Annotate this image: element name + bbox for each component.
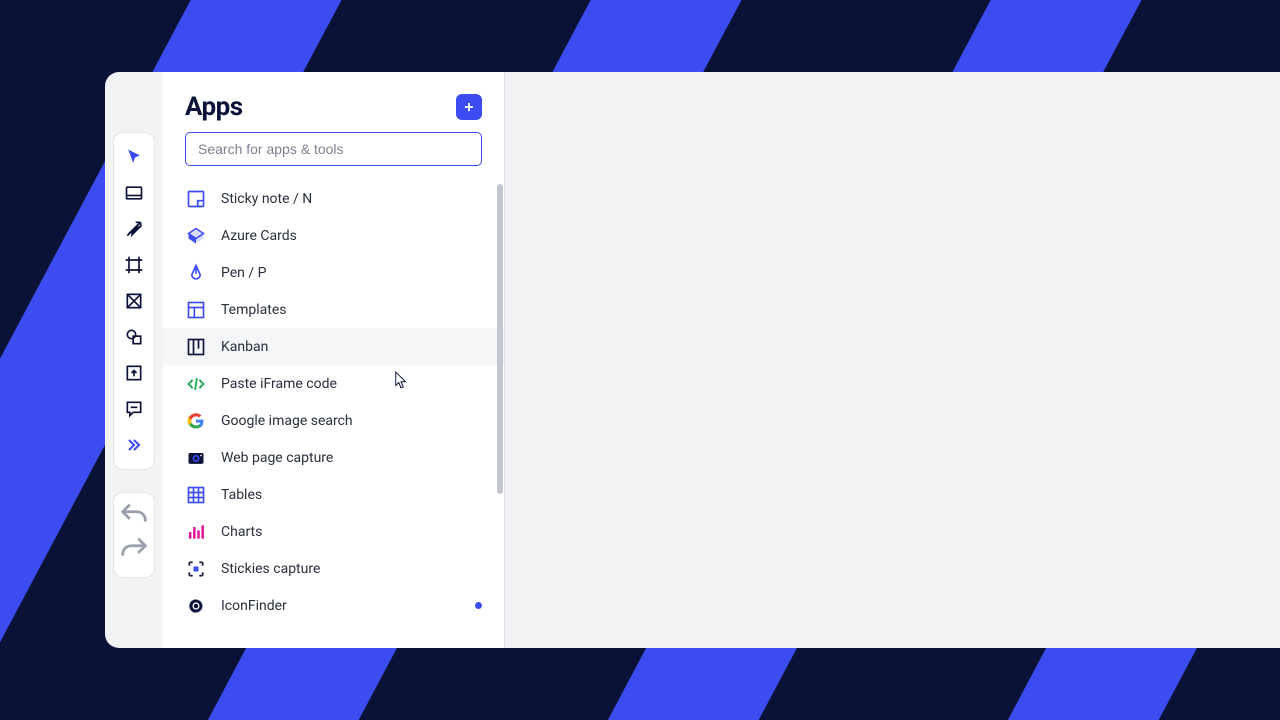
app-item-label: Templates xyxy=(221,302,482,318)
sticky-icon xyxy=(185,188,207,210)
app-item-charts[interactable]: Charts xyxy=(163,513,504,550)
app-item-label: Web page capture xyxy=(221,450,482,466)
app-item-templates[interactable]: Templates xyxy=(163,291,504,328)
app-item-label: Google image search xyxy=(221,413,482,429)
scrollbar-thumb[interactable] xyxy=(497,184,503,494)
azure-icon xyxy=(185,225,207,247)
app-window: Apps Sticky note / N Azure Cards Pen / P Te… xyxy=(105,72,1280,648)
app-item-azure[interactable]: Azure Cards xyxy=(163,217,504,254)
app-item-label: Pen / P xyxy=(221,265,482,281)
iconf-icon xyxy=(185,595,207,617)
tool-placeholder-box[interactable] xyxy=(117,284,151,318)
chart-icon xyxy=(185,521,207,543)
app-item-label: Charts xyxy=(221,524,482,540)
redo-button[interactable] xyxy=(117,533,151,567)
app-item-label: Tables xyxy=(221,487,482,503)
app-item-sticky[interactable]: Sticky note / N xyxy=(163,180,504,217)
app-item-label: Sticky note / N xyxy=(221,191,482,207)
camera-icon xyxy=(185,447,207,469)
tool-upload[interactable] xyxy=(117,356,151,390)
app-item-gimage[interactable]: Google image search xyxy=(163,402,504,439)
tool-comment[interactable] xyxy=(117,392,151,426)
undo-button[interactable] xyxy=(117,499,151,533)
kanban-icon xyxy=(185,336,207,358)
template-icon xyxy=(185,299,207,321)
tool-select[interactable] xyxy=(117,140,151,174)
tool-shape[interactable] xyxy=(117,320,151,354)
tool-arrow[interactable] xyxy=(117,212,151,246)
table-icon xyxy=(185,484,207,506)
app-item-tables[interactable]: Tables xyxy=(163,476,504,513)
google-icon xyxy=(185,410,207,432)
capture-icon xyxy=(185,558,207,580)
app-item-label: Paste iFrame code xyxy=(221,376,482,392)
app-item-kanban[interactable]: Kanban xyxy=(163,328,504,365)
history-rail xyxy=(113,492,155,578)
canvas-area[interactable] xyxy=(505,72,1280,648)
apps-list: Sticky note / N Azure Cards Pen / P Templat… xyxy=(163,178,504,648)
app-item-label: Azure Cards xyxy=(221,228,482,244)
tool-card[interactable] xyxy=(117,176,151,210)
app-item-label: Stickies capture xyxy=(221,561,482,577)
panel-title: Apps xyxy=(185,92,243,122)
tool-frame[interactable] xyxy=(117,248,151,282)
app-item-stickcap[interactable]: Stickies capture xyxy=(163,550,504,587)
app-item-label: Kanban xyxy=(221,339,482,355)
apps-panel: Apps Sticky note / N Azure Cards Pen / P Te… xyxy=(163,72,505,648)
app-item-webcap[interactable]: Web page capture xyxy=(163,439,504,476)
code-icon xyxy=(185,373,207,395)
app-item-label: IconFinder xyxy=(221,598,461,614)
search-input[interactable] xyxy=(185,132,482,166)
tool-rail xyxy=(113,132,155,470)
pen-icon xyxy=(185,262,207,284)
app-item-iframe[interactable]: Paste iFrame code xyxy=(163,365,504,402)
add-app-button[interactable] xyxy=(456,94,482,120)
tool-more[interactable] xyxy=(117,428,151,462)
new-indicator-dot xyxy=(475,602,482,609)
app-item-iconfinder[interactable]: IconFinder xyxy=(163,587,504,624)
app-item-pen[interactable]: Pen / P xyxy=(163,254,504,291)
